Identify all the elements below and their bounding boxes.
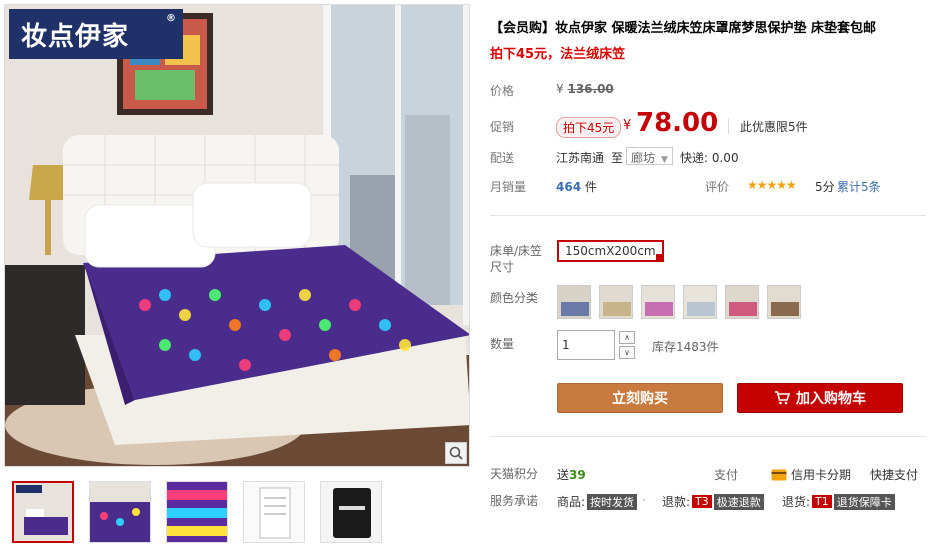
quick-pay[interactable]: 快捷支付 [870,466,918,483]
service-return-prefix: 退货: [782,495,811,509]
quantity-increase-button[interactable]: ∧ [619,331,635,344]
shipping-fee: 快递: 0.00 [680,151,739,165]
size-option-label: 150cmX200cm [565,244,656,258]
main-product-image[interactable]: 妆点伊家 ® [4,4,470,467]
service-refund[interactable]: 退款: T3 极速退款 [662,493,764,510]
payment-label: 支付 [714,468,739,482]
service-label: 服务承诺 [490,494,539,508]
service-shipping-badge: 按时发货 [587,493,638,510]
monthly-sales-count: 464 [556,180,582,194]
ship-from: 江苏南通 [556,151,605,165]
size-option[interactable]: 150cmX200cm [557,240,664,262]
add-to-cart-button[interactable]: 加入购物车 [737,383,903,413]
original-price: ¥ 136.00 [556,82,614,96]
product-gallery: 妆点伊家 ® [4,4,470,548]
divider [490,436,926,437]
thumbnail-strip [12,481,382,543]
monthly-sales-unit: 件 [584,180,597,194]
size-label: 床单/床笠尺寸 [490,244,543,274]
stock-count: 库存1483件 [652,340,719,354]
service-refund-badge: 极速退款 [713,493,764,510]
add-to-cart-label: 加入购物车 [796,391,866,407]
credit-card-icon [771,469,787,480]
original-price-value: 136.00 [567,82,614,96]
rating-label: 评价 [705,180,730,194]
monthly-sales-label: 月销量 [490,180,527,194]
selected-check-icon [655,254,664,262]
service-return-code: T1 [812,495,832,508]
service-return[interactable]: 退货: T1 退货保障卡 [782,493,895,510]
destination-select[interactable]: 廊坊 ▼ [626,147,673,165]
service-separator: · [762,493,766,507]
credit-installment[interactable]: 信用卡分期 [771,466,851,483]
ship-to-word: 至 [611,151,624,165]
rating-score: 5分 [815,180,835,194]
color-label: 颜色分类 [490,291,539,305]
shipping-label: 配送 [490,151,515,165]
thumbnail-1[interactable] [12,481,74,543]
service-refund-prefix: 退款: [662,495,691,509]
color-options [557,285,801,319]
divider [490,215,926,216]
current-price: 78.00 [636,108,719,138]
promo-label: 促销 [490,120,515,134]
cart-icon [775,391,790,405]
color-swatch-4[interactable] [683,285,717,319]
review-count-link[interactable]: 累计5条 [837,178,881,195]
current-currency: ¥ [623,118,632,133]
buy-now-label: 立刻购买 [612,391,668,407]
thumbnail-5[interactable] [320,481,382,543]
thumbnail-2[interactable] [89,481,151,543]
original-currency: ¥ [556,82,564,96]
quantity-decrease-button[interactable]: ∨ [619,346,635,359]
thumbnail-4[interactable] [243,481,305,543]
service-shipping[interactable]: 商品: 按时发货 [557,493,638,510]
color-swatch-5[interactable] [725,285,759,319]
color-swatch-6[interactable] [767,285,801,319]
points-value: 送39 [557,466,586,483]
credit-label: 信用卡分期 [791,468,852,482]
service-return-badge: 退货保障卡 [833,493,895,510]
color-swatch-2[interactable] [599,285,633,319]
price-separator [728,118,729,134]
points-number: 39 [569,468,586,482]
service-separator: · [642,493,646,507]
registered-mark: ® [166,13,177,24]
price-label: 价格 [490,84,515,98]
monthly-sales: 464 件 [556,178,597,195]
brand-logo: 妆点伊家 ® [9,9,183,59]
promo-tag: 拍下45元 [556,117,622,138]
destination-value: 廊坊 [631,151,656,165]
promo-limit: 此优惠限5件 [740,120,808,134]
service-shipping-prefix: 商品: [557,495,586,509]
product-title: 【会员购】妆点伊家 保暖法兰绒床笠床罩席梦思保护垫 床垫套包邮 [490,21,877,36]
color-swatch-3[interactable] [641,285,675,319]
zoom-icon[interactable] [445,442,467,464]
product-subtitle: 拍下45元，法兰绒床笠 [490,47,626,62]
quantity-label: 数量 [490,337,515,351]
chevron-down-icon: ▼ [661,155,668,165]
points-prefix: 送 [557,468,570,482]
bedroom-photo [5,5,469,466]
brand-logo-text: 妆点伊家 [21,21,130,52]
buy-now-button[interactable]: 立刻购买 [557,383,723,413]
color-swatch-1[interactable] [557,285,591,319]
thumbnail-3[interactable] [166,481,228,543]
points-label: 天猫积分 [490,467,539,481]
rating-stars-icon: ★★★★★ [747,178,797,192]
service-refund-code: T3 [692,495,712,508]
quantity-input[interactable]: 1 [557,330,615,360]
